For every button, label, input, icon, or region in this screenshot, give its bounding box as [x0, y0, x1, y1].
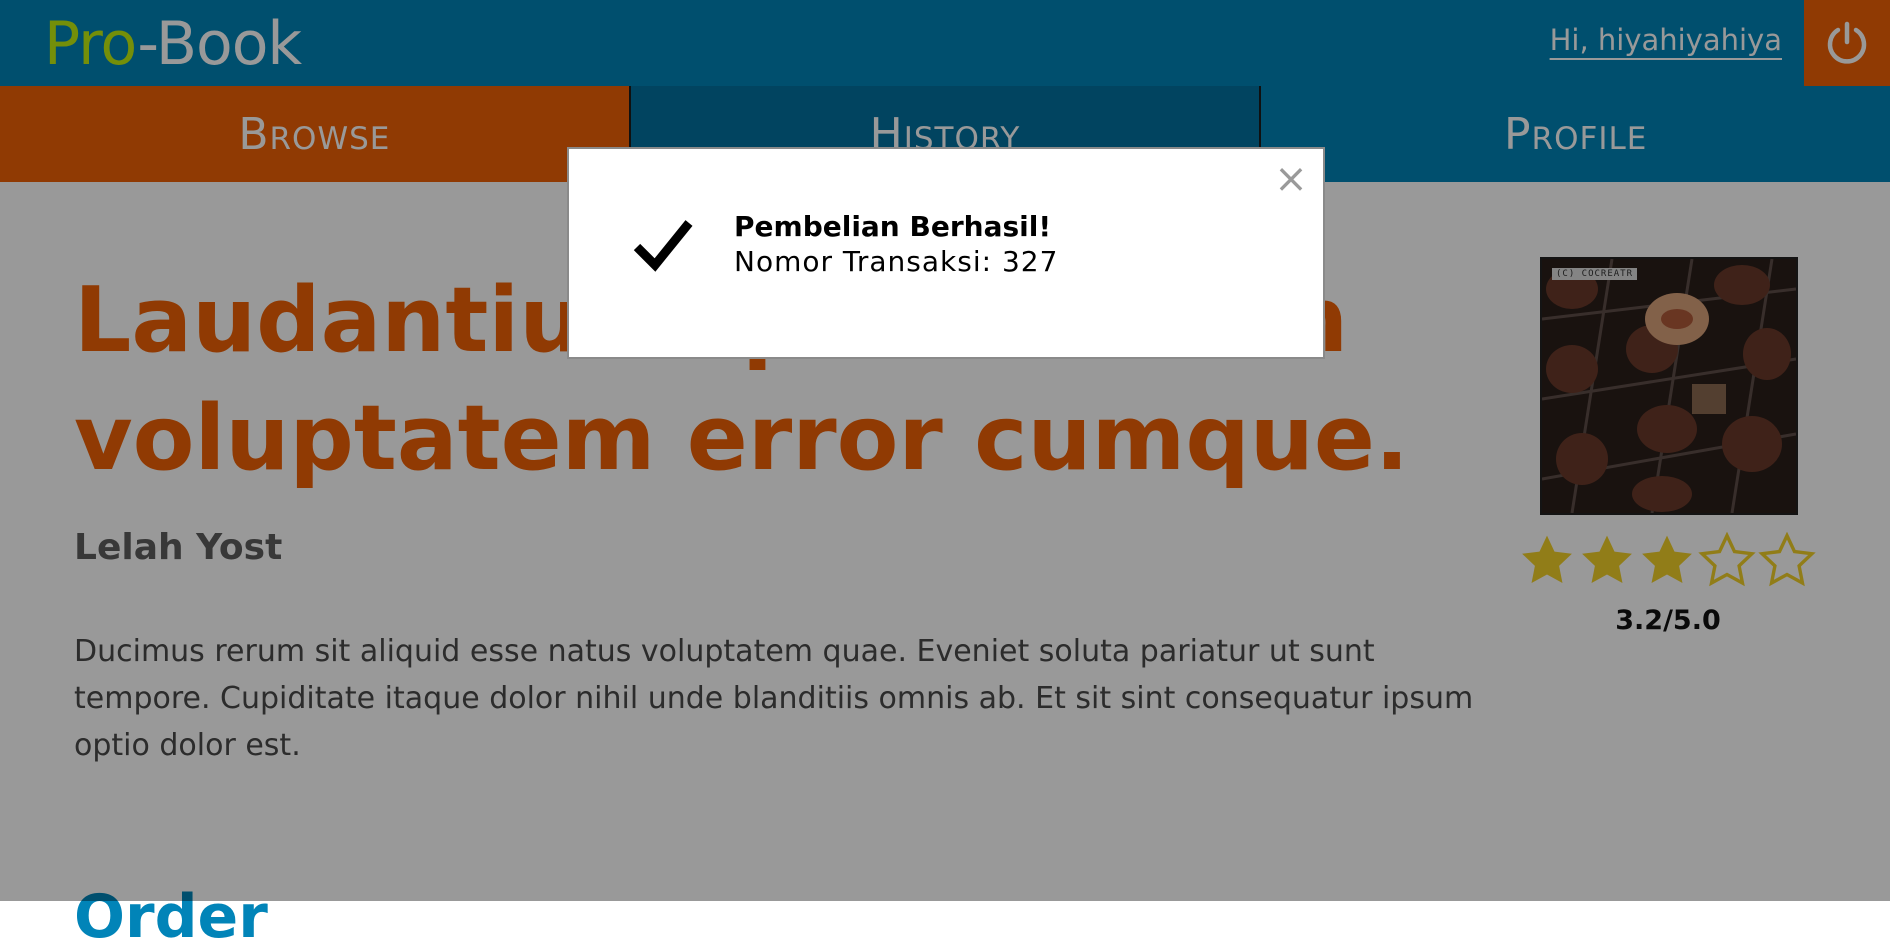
checkmark-icon [633, 220, 693, 272]
transaction-number: Nomor Transaksi: 327 [734, 245, 1059, 278]
modal-title: Pembelian Berhasil! [734, 210, 1052, 243]
close-icon[interactable]: × [1271, 159, 1311, 199]
purchase-success-modal: Pembelian Berhasil! Nomor Transaksi: 327… [567, 147, 1325, 359]
modal-backdrop[interactable] [0, 0, 1890, 901]
